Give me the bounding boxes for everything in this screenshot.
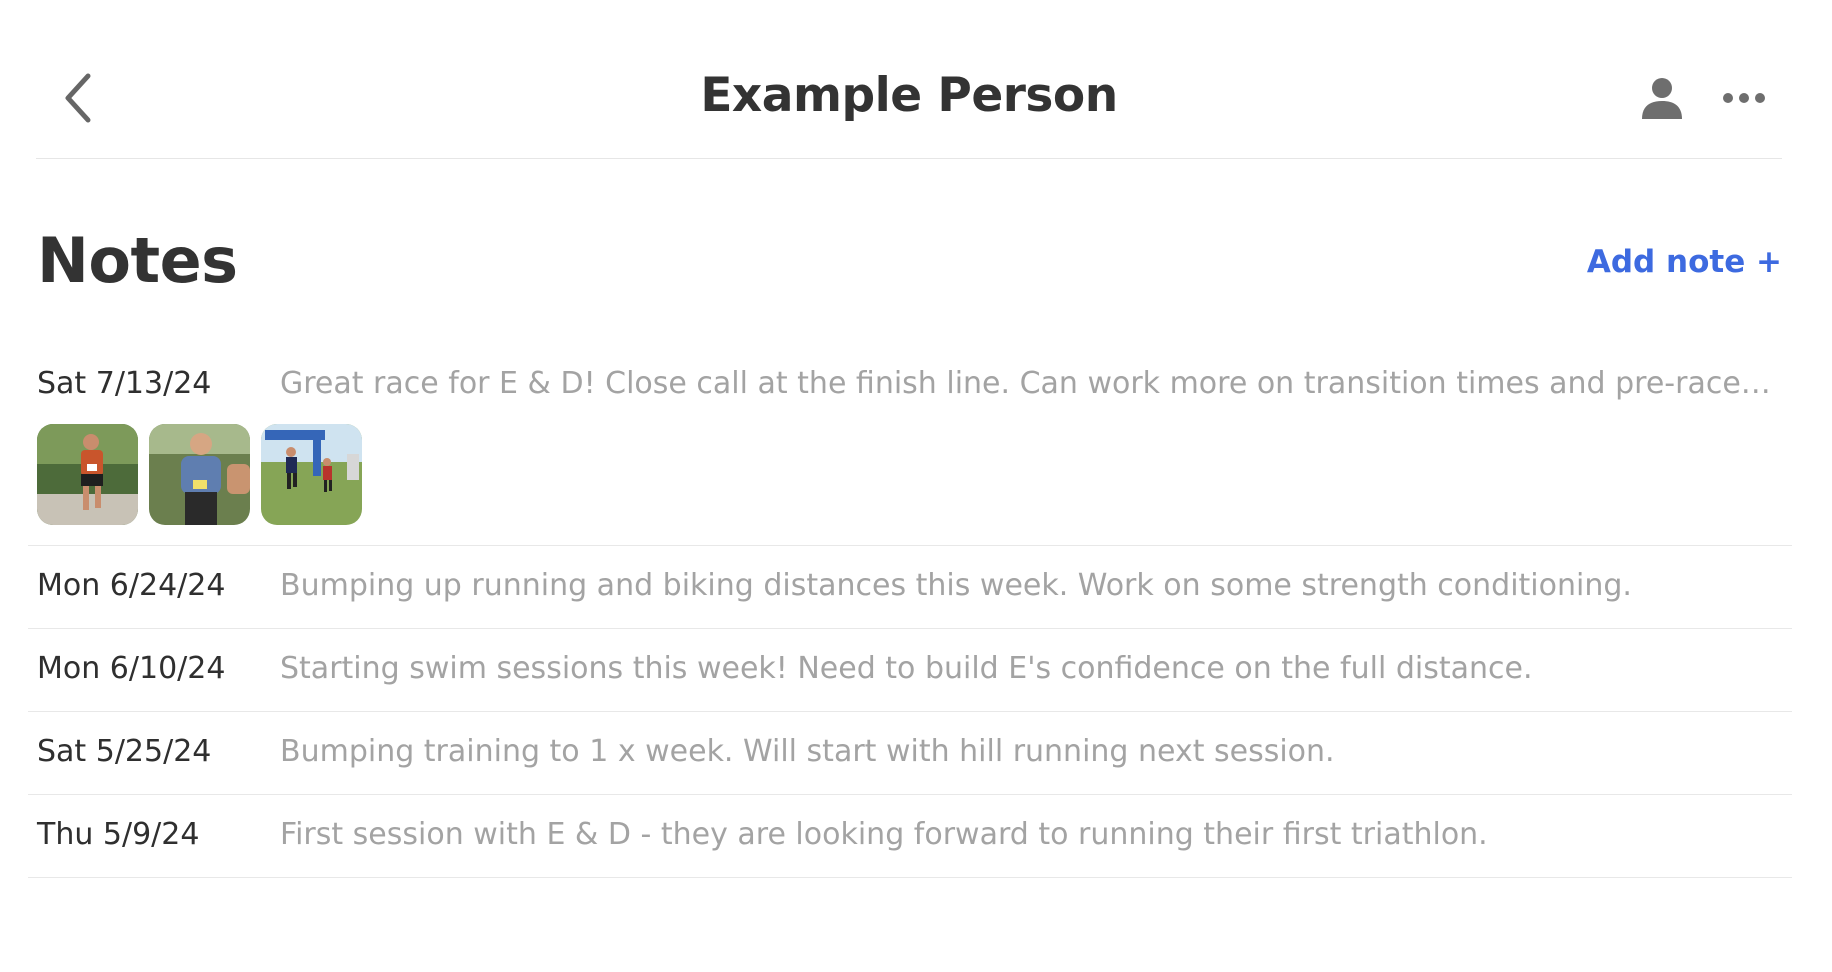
runner-photo-image <box>149 424 250 525</box>
note-item[interactable]: Thu 5/9/24 First session with E & D - th… <box>28 795 1792 878</box>
more-options-button[interactable] <box>1716 80 1772 116</box>
race-photo-thumbnail[interactable] <box>37 424 138 525</box>
note-text: Starting swim sessions this week! Need t… <box>280 651 1533 686</box>
note-text: Bumping training to 1 x week. Will start… <box>280 734 1335 769</box>
notes-list: Sat 7/13/24 Great race for E & D! Close … <box>28 338 1792 878</box>
photo-strip <box>37 424 362 525</box>
note-date: Thu 5/9/24 <box>37 817 200 852</box>
note-date: Mon 6/24/24 <box>37 568 226 603</box>
note-item[interactable]: Sat 7/13/24 Great race for E & D! Close … <box>28 338 1792 546</box>
race-photo-thumbnail[interactable] <box>261 424 362 525</box>
ellipsis-icon <box>1723 93 1765 103</box>
runner-photo-image <box>261 424 362 525</box>
note-text: Great race for E & D! Close call at the … <box>280 366 1778 401</box>
note-date: Mon 6/10/24 <box>37 651 226 686</box>
note-date: Sat 7/13/24 <box>37 366 212 401</box>
runner-photo-image <box>37 424 138 525</box>
note-text: Bumping up running and biking distances … <box>280 568 1632 603</box>
person-icon <box>1642 78 1682 119</box>
note-item[interactable]: Mon 6/10/24 Starting swim sessions this … <box>28 629 1792 712</box>
page-title: Example Person <box>700 68 1118 123</box>
add-note-button[interactable]: Add note + <box>1587 244 1782 280</box>
note-date: Sat 5/25/24 <box>37 734 212 769</box>
top-bar: Example Person <box>36 0 1782 159</box>
note-item[interactable]: Mon 6/24/24 Bumping up running and bikin… <box>28 546 1792 629</box>
section-title: Notes <box>37 224 238 297</box>
race-photo-thumbnail[interactable] <box>149 424 250 525</box>
note-text: First session with E & D - they are look… <box>280 817 1488 852</box>
contact-button[interactable] <box>1634 70 1690 126</box>
note-item[interactable]: Sat 5/25/24 Bumping training to 1 x week… <box>28 712 1792 795</box>
person-notes-screen: Example Person Notes Add note + Sat 7/13… <box>0 0 1832 972</box>
